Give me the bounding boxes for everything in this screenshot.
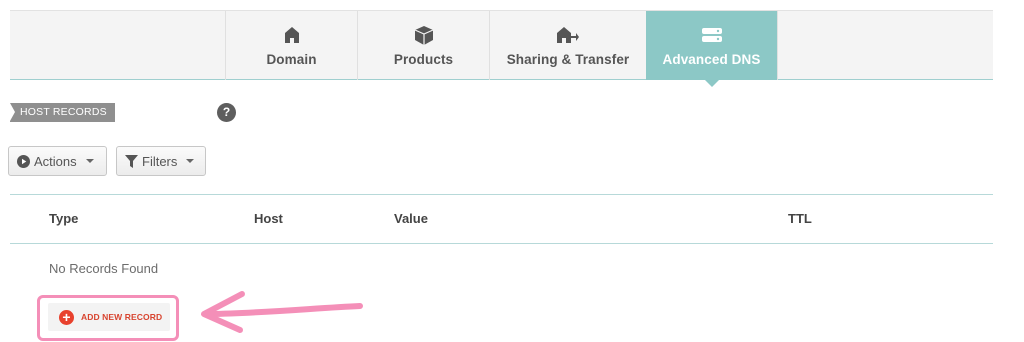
column-header-ttl: TTL <box>788 211 812 226</box>
table-header-divider <box>10 243 993 244</box>
tab-advanced-dns[interactable]: Advanced DNS <box>646 11 777 87</box>
empty-state-text: No Records Found <box>49 261 159 276</box>
help-icon[interactable]: ? <box>217 103 236 122</box>
column-header-host: Host <box>254 211 283 226</box>
filters-dropdown-button[interactable]: Filters <box>116 146 206 176</box>
box-icon <box>414 25 433 45</box>
tab-domain-label: Domain <box>266 52 317 67</box>
chevron-down-icon <box>85 159 94 163</box>
play-circle-icon <box>17 154 30 168</box>
tab-sharing-transfer[interactable]: Sharing & Transfer <box>489 11 646 80</box>
plus-icon: + <box>59 309 74 325</box>
pointer-arrow-icon <box>201 291 363 333</box>
tab-divider <box>777 11 778 80</box>
chevron-down-icon <box>186 159 195 163</box>
tab-products[interactable]: Products <box>357 11 489 80</box>
host-records-label: HOST RECORDS <box>10 103 115 122</box>
tab-domain[interactable]: Domain <box>225 11 357 80</box>
column-header-value: Value <box>394 211 428 226</box>
home-share-icon <box>557 25 579 45</box>
tab-bar: Domain Products Sharing & Transfer Advan… <box>10 10 993 87</box>
filter-icon <box>125 154 138 168</box>
column-header-type: Type <box>49 211 79 226</box>
home-icon <box>284 25 299 45</box>
tab-advanced-dns-label: Advanced DNS <box>662 52 761 67</box>
add-new-record-button[interactable]: + ADD NEW RECORD <box>48 303 170 331</box>
actions-label: Actions <box>34 153 77 169</box>
server-icon <box>701 25 722 45</box>
add-new-record-label: ADD NEW RECORD <box>81 312 163 322</box>
tab-sharing-transfer-label: Sharing & Transfer <box>506 52 630 67</box>
actions-dropdown-button[interactable]: Actions <box>8 146 107 176</box>
filters-label: Filters <box>142 153 178 169</box>
table-top-divider <box>10 194 993 195</box>
tab-products-label: Products <box>393 52 454 67</box>
